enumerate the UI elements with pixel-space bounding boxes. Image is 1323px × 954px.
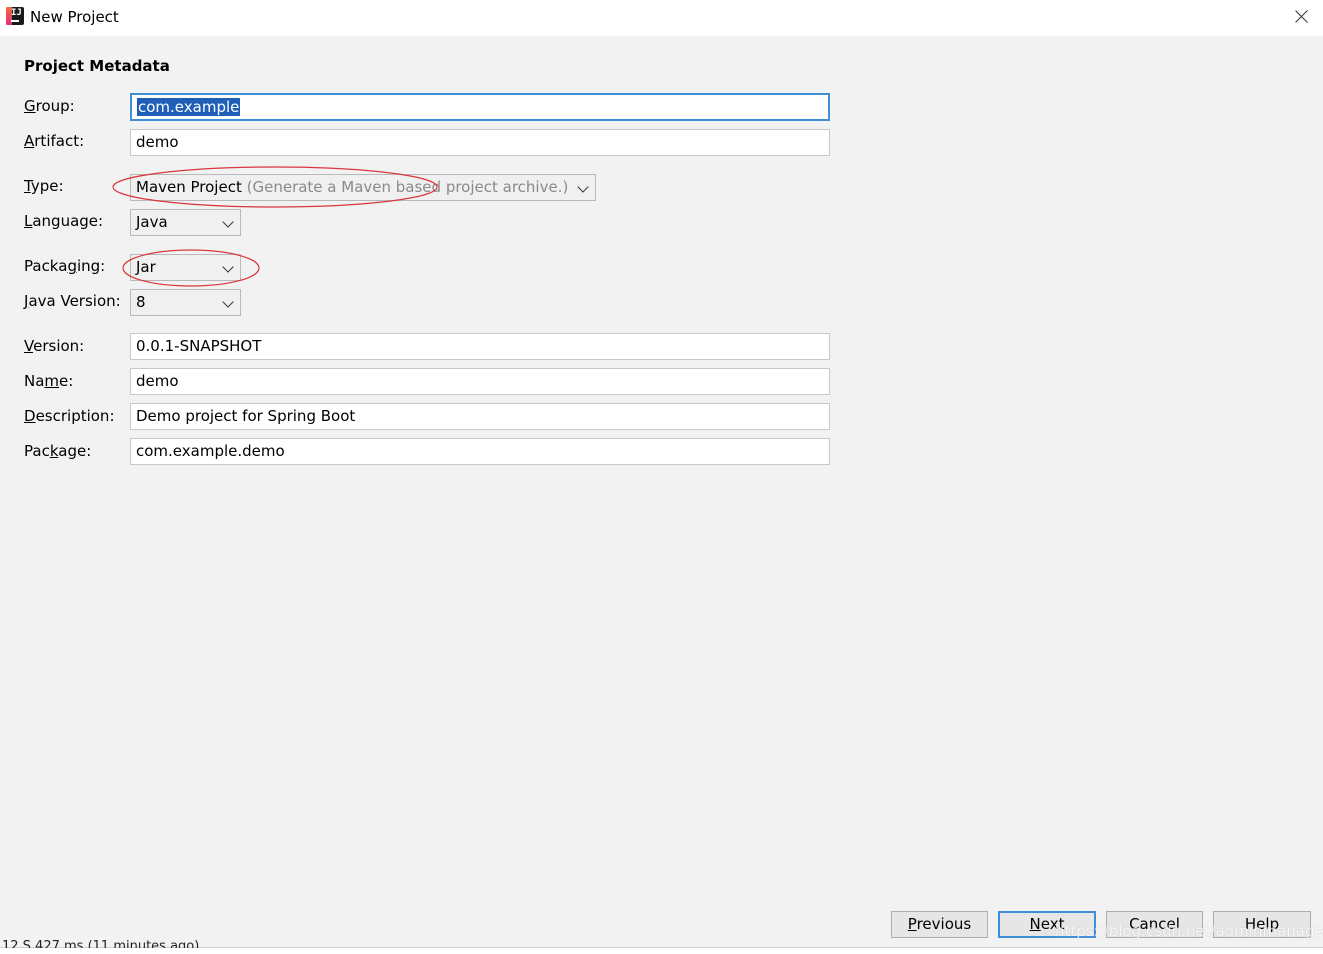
name-field[interactable]: demo [130,368,830,395]
version-label: Version: [24,337,85,355]
packaging-dropdown[interactable]: Jar [130,254,241,281]
package-label: Package: [24,442,92,460]
java-version-value: 8 [136,293,146,311]
type-value: Maven Project [136,178,242,196]
language-dropdown[interactable]: Java [130,209,241,236]
name-label: Name: [24,372,74,390]
group-label: Group: [24,97,75,115]
close-icon[interactable] [1291,6,1313,28]
language-value: Java [136,213,168,231]
chevron-down-icon [222,261,234,273]
chevron-down-icon [577,181,589,193]
group-field[interactable]: com.example [130,93,830,121]
background-status-text: 12 S 427 ms (11 minutes ago) [2,940,200,948]
type-label: Type: [24,177,64,195]
packaging-label: Packaging: [24,257,106,275]
language-label: Language: [24,212,104,230]
type-dropdown[interactable]: Maven Project (Generate a Maven based pr… [130,174,596,201]
version-field[interactable]: 0.0.1-SNAPSHOT [130,333,830,360]
description-field[interactable]: Demo project for Spring Boot [130,403,830,430]
previous-button[interactable]: Previous [891,911,988,938]
java-version-label: Java Version: [24,292,121,310]
title-bar: IJ New Project [0,0,1323,36]
section-title: Project Metadata [24,57,170,75]
watermark: https://blog.csdn.net/adminmanaged [1055,922,1323,940]
artifact-label: Artifact: [24,132,85,150]
intellij-idea-icon: IJ [6,7,24,25]
type-description: (Generate a Maven based project archive.… [246,178,569,196]
chevron-down-icon [222,216,234,228]
packaging-value: Jar [136,258,156,276]
group-value: com.example [137,98,241,116]
window-title: New Project [30,8,119,26]
package-field[interactable]: com.example.demo [130,438,830,465]
artifact-field[interactable]: demo [130,129,830,156]
chevron-down-icon [222,296,234,308]
java-version-dropdown[interactable]: 8 [130,289,241,316]
description-label: Description: [24,407,115,425]
